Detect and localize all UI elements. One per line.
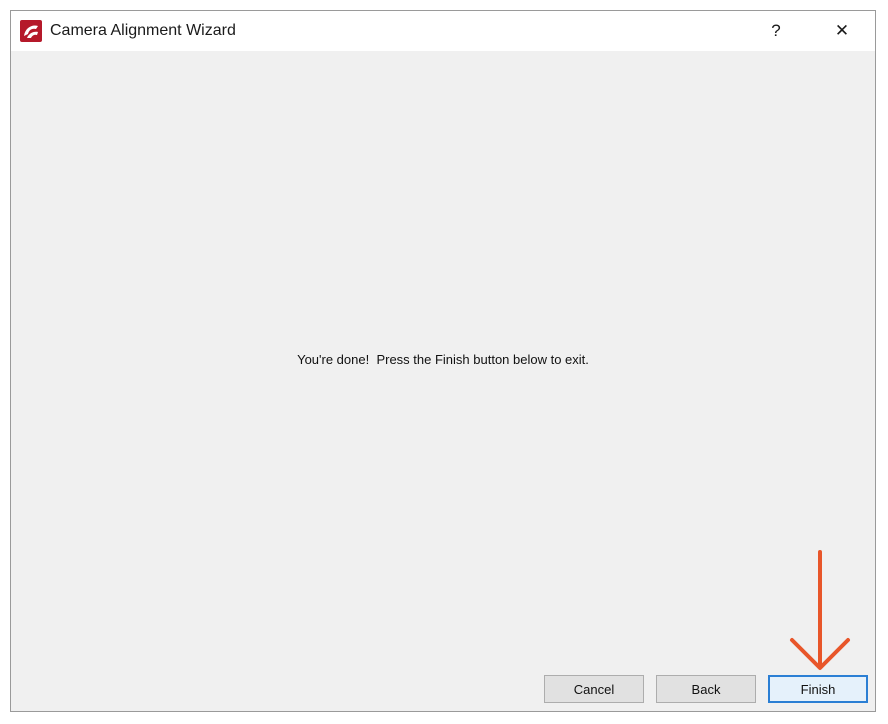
window-title: Camera Alignment Wizard [50,22,236,39]
wizard-window: Camera Alignment Wizard ? ✕ You're done!… [10,10,876,712]
help-icon: ? [771,21,781,40]
close-button[interactable]: ✕ [819,11,865,51]
cancel-button[interactable]: Cancel [544,675,644,703]
wizard-page-content: You're done! Press the Finish button bel… [11,51,875,671]
finish-button[interactable]: Finish [768,675,868,703]
back-button[interactable]: Back [656,675,756,703]
close-icon: ✕ [834,21,850,40]
title-bar: Camera Alignment Wizard ? ✕ [11,11,875,51]
app-logo-icon [20,20,42,42]
completion-message: You're done! Press the Finish button bel… [297,352,589,367]
help-button[interactable]: ? [753,11,799,51]
